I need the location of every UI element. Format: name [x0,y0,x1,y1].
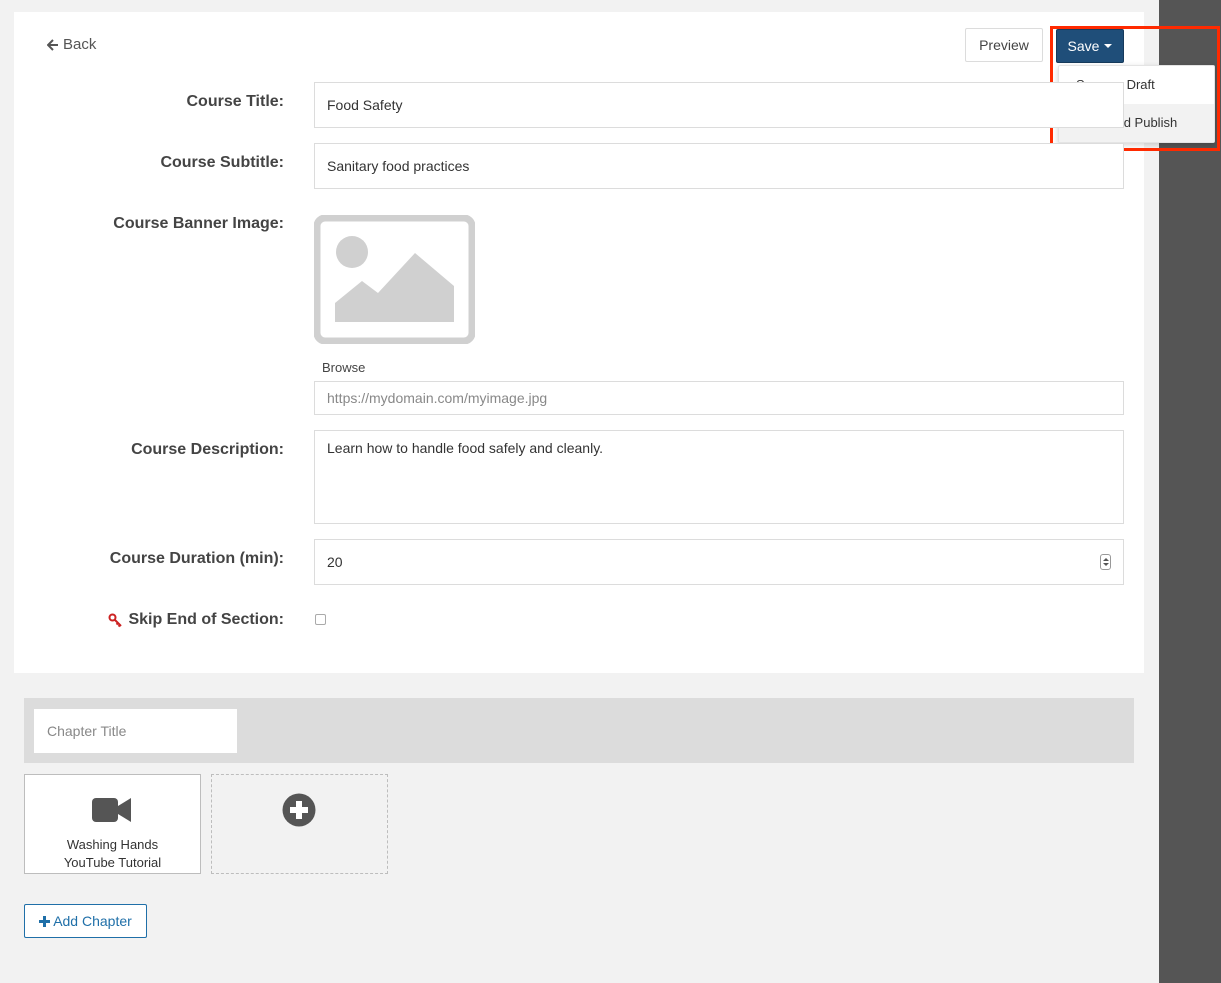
image-placeholder-icon[interactable] [314,215,475,344]
add-chapter-label: Add Chapter [53,913,132,929]
number-spinner[interactable] [1100,554,1111,570]
chapter-item-tile[interactable]: Washing Hands YouTube Tutorial [24,774,201,874]
caret-down-icon [1104,44,1113,48]
spinner-down-icon [1102,563,1109,566]
browse-link[interactable]: Browse [322,360,365,375]
right-rail [1159,0,1221,983]
key-icon [108,613,123,627]
add-chapter-button[interactable]: Add Chapter [24,904,147,938]
course-description-label: Course Description: [131,441,284,458]
course-title-label: Course Title: [186,93,285,110]
course-subtitle-label: Course Subtitle: [160,154,284,171]
add-item-tile[interactable] [211,774,388,874]
video-camera-icon [92,798,131,822]
course-duration-input[interactable]: 20 [314,539,1124,585]
skip-end-of-section-label-group: Skip End of Section: [108,611,284,629]
skip-end-of-section-label: Skip End of Section: [128,611,284,628]
preview-button[interactable]: Preview [965,28,1043,62]
chapter-item-title-line2: YouTube Tutorial [63,855,162,870]
arrow-left-icon [47,38,58,51]
course-title-input[interactable]: Food Safety [314,82,1124,128]
back-label: Back [63,36,97,53]
course-duration-label: Course Duration (min): [109,550,284,567]
plus-circle-icon [282,793,316,827]
course-subtitle-input[interactable]: Sanitary food practices [314,143,1124,189]
save-label: Save [1067,38,1100,54]
spinner-up-icon [1102,558,1109,561]
back-link[interactable]: Back [47,36,96,53]
save-button[interactable]: Save [1056,29,1124,63]
course-description-textarea[interactable]: Learn how to handle food safely and clea… [314,430,1124,524]
course-banner-label: Course Banner Image: [113,215,284,232]
plus-icon [39,915,51,927]
chapter-title-input[interactable]: Chapter Title [34,709,237,753]
chapter-item-title-line1: Washing Hands [66,837,159,852]
banner-url-input[interactable]: https://mydomain.com/myimage.jpg [314,381,1124,415]
skip-end-of-section-checkbox[interactable] [315,614,326,625]
chapter-item-title: Washing Hands YouTube Tutorial [25,836,200,872]
chapter-header-bar: Chapter Title [24,698,1134,763]
duration-value: 20 [327,554,343,570]
